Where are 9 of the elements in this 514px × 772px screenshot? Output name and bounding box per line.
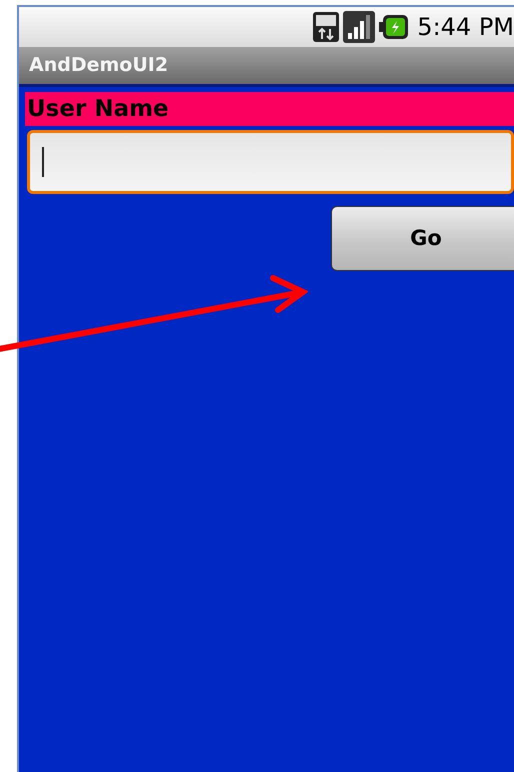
go-button[interactable]: Go xyxy=(331,206,514,271)
field-label: User Name xyxy=(25,92,514,126)
signal-icon xyxy=(343,11,376,43)
input-field[interactable] xyxy=(27,130,514,194)
text-cursor xyxy=(42,147,44,177)
network-icon xyxy=(313,12,340,42)
status-time: 5:44 PM xyxy=(417,12,514,43)
window-title: AndDemoUI2 xyxy=(29,53,168,78)
battery-icon xyxy=(379,14,410,40)
